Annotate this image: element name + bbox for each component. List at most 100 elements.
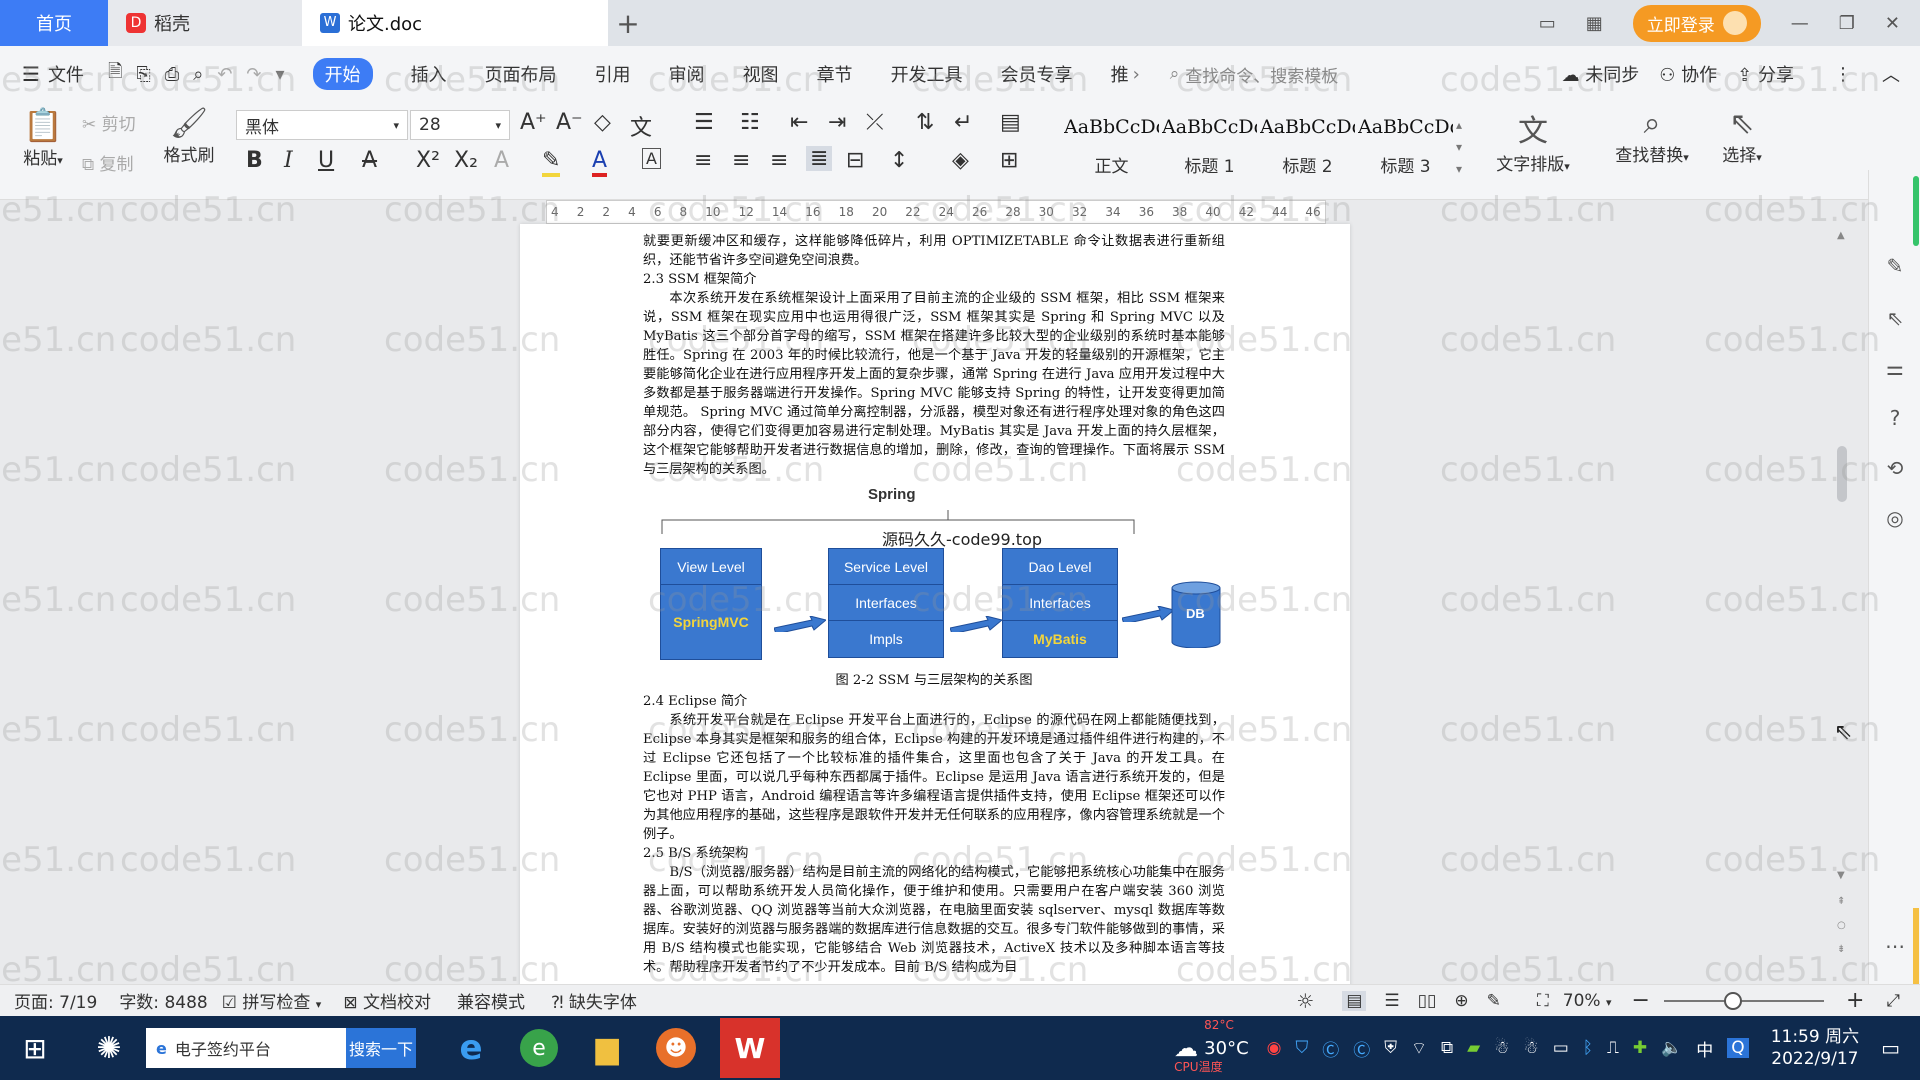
menu-member[interactable]: 会员专享 xyxy=(1001,61,1073,87)
input-method-icon[interactable]: Q xyxy=(1727,1038,1749,1058)
menu-home[interactable]: 开始 xyxy=(312,58,373,90)
tray-shield-icon[interactable]: ⛉ xyxy=(1296,1038,1309,1058)
underline-icon[interactable]: U xyxy=(318,148,334,173)
align-right-icon[interactable]: ≡ xyxy=(770,148,788,173)
cursor-icon[interactable]: ⇖ xyxy=(1883,306,1907,330)
font-color-icon[interactable]: A xyxy=(592,148,608,177)
tray-c2-icon[interactable]: Ⓒ xyxy=(1353,1036,1370,1061)
bold-icon[interactable]: B xyxy=(246,148,263,173)
tray-c-icon[interactable]: Ⓒ xyxy=(1322,1036,1339,1061)
numbered-list-icon[interactable]: ☷ xyxy=(740,110,760,135)
outline-view-icon[interactable]: ☰ xyxy=(1384,991,1399,1011)
wifi-icon[interactable]: ⌔ xyxy=(1411,1038,1427,1059)
tray-app-icon[interactable]: ◉ xyxy=(1267,1038,1282,1058)
strikethrough-icon[interactable]: A xyxy=(362,148,377,173)
compat-mode[interactable]: 兼容模式 xyxy=(457,988,525,1013)
document-body-continued[interactable]: 2.4 Eclipse 简介 系统开发平台就是在 Eclipse 开发平台上面进… xyxy=(643,692,1225,977)
style-heading-2[interactable]: AaBbCcDd 标题 2 xyxy=(1260,116,1355,192)
tab-home[interactable]: 首页 xyxy=(0,0,108,46)
paste-button[interactable]: 📋 粘贴▾ xyxy=(16,106,70,169)
green-browser-icon[interactable]: e xyxy=(520,1029,558,1067)
menu-recommend[interactable]: 推 xyxy=(1111,61,1129,87)
menu-references[interactable]: 引用 xyxy=(595,61,631,87)
share-button[interactable]: ⇪ 分享 xyxy=(1737,61,1794,87)
decrease-font-icon[interactable]: A⁻ xyxy=(556,110,583,135)
nvidia-icon[interactable]: ▰ xyxy=(1467,1038,1480,1058)
tray-security-icon[interactable]: ⛨ xyxy=(1384,1038,1397,1058)
tray-green-icon[interactable]: ✚ xyxy=(1633,1038,1647,1058)
horizontal-ruler[interactable]: 4 2 2 4 6 8 10 12 14 16 18 20 22 24 26 28 30 32 34 36 38 40 42… xyxy=(0,200,1880,224)
highlight-icon[interactable]: ✎ xyxy=(542,148,561,177)
more-options-icon[interactable]: ⋯ xyxy=(1883,934,1907,958)
copy-button[interactable]: ⧉ 复制 xyxy=(82,150,134,175)
clear-format-icon[interactable]: ◇ xyxy=(594,110,611,135)
show-marks-icon[interactable]: ↵ xyxy=(954,110,972,135)
text-effect-icon[interactable]: A xyxy=(494,148,509,173)
battery-icon[interactable]: ▭ xyxy=(1553,1038,1569,1058)
sync-status[interactable]: ☁ 未同步 xyxy=(1562,61,1640,87)
hamburger-icon[interactable]: ☰ xyxy=(22,62,40,86)
justify-icon[interactable]: ≣ xyxy=(806,146,833,171)
restore-icon[interactable]: ❐ xyxy=(1839,13,1855,34)
file-explorer-icon[interactable]: ▆ xyxy=(582,1023,632,1073)
tab-daoke[interactable]: D 稻壳 xyxy=(108,0,302,46)
zoom-level[interactable]: 70% ▾ xyxy=(1563,991,1612,1011)
increase-indent-icon[interactable]: ⇥ xyxy=(828,110,846,135)
redo-icon[interactable]: ↷ xyxy=(246,64,261,85)
tab-document[interactable]: W 论文.doc xyxy=(302,0,608,46)
page-indicator[interactable]: 页面: 7/19 xyxy=(14,988,97,1013)
bullet-list-icon[interactable]: ☰ xyxy=(694,110,714,135)
italic-icon[interactable]: I xyxy=(284,148,293,173)
select-browse-icon[interactable]: ○ xyxy=(1837,920,1846,931)
qq2-icon[interactable]: ☃ xyxy=(1523,1038,1538,1058)
pen-icon[interactable]: ✎ xyxy=(1883,254,1907,278)
notification-icon[interactable]: ▭ xyxy=(1881,1036,1900,1060)
menu-insert[interactable]: 插入 xyxy=(411,61,447,87)
line-spacing-icon[interactable]: ↕ xyxy=(890,148,908,173)
menu-file[interactable]: 文件 xyxy=(48,61,84,87)
superscript-icon[interactable]: X² xyxy=(416,148,440,173)
help-icon[interactable]: ? xyxy=(1883,406,1907,430)
zoom-slider-thumb[interactable] xyxy=(1723,991,1742,1010)
align-left-icon[interactable]: ≡ xyxy=(694,148,712,173)
tray-screen-icon[interactable]: ⧉ xyxy=(1441,1038,1453,1058)
style-gallery-scroll-icon[interactable]: ▴ ▾ ▾ xyxy=(1456,114,1462,180)
menu-developer[interactable]: 开发工具 xyxy=(891,61,963,87)
minimize-icon[interactable]: — xyxy=(1791,13,1809,34)
ssm-architecture-figure[interactable]: Spring 源码久久-code99.top View Level Spring… xyxy=(650,486,1230,666)
text-layout-button[interactable]: 文 文字排版▾ xyxy=(1488,106,1578,175)
missing-font-button[interactable]: ⁈ 缺失字体 xyxy=(551,988,637,1013)
increase-font-icon[interactable]: A⁺ xyxy=(520,110,547,135)
spell-check-button[interactable]: ☑ 拼写检查 ▾ xyxy=(222,988,322,1013)
clock[interactable]: 11:59 周六 2022/9/17 xyxy=(1771,1026,1859,1070)
find-replace-button[interactable]: ⌕ 查找替换▾ xyxy=(1604,106,1700,166)
reading-view-icon[interactable]: ▯▯ xyxy=(1418,991,1437,1011)
scroll-down-icon[interactable]: ▼ xyxy=(1837,870,1845,881)
layout-icon[interactable]: ▭ xyxy=(1539,13,1556,34)
volume-icon[interactable]: 🔈 xyxy=(1661,1038,1682,1058)
chinese-layout-icon[interactable]: ⤫ xyxy=(866,110,884,135)
write-mode-icon[interactable]: ✎ xyxy=(1487,991,1501,1011)
taskbar-search-input[interactable]: e 电子签约平台 xyxy=(146,1028,346,1068)
doc-check-button[interactable]: ⊠ 文档校对 xyxy=(343,988,431,1013)
fit-page-icon[interactable]: ⛶ xyxy=(1537,991,1549,1011)
document-body[interactable]: 就要更新缓冲区和缓存，这样能够降低碎片，利用 OPTIMIZETABLE 命令让… xyxy=(643,232,1225,479)
weather-widget[interactable]: ☁ 30°C 82°C CPU温度 xyxy=(1174,1018,1248,1074)
decrease-indent-icon[interactable]: ⇤ xyxy=(790,110,808,135)
border-icon[interactable]: ⊞ xyxy=(1000,148,1018,173)
quick-access-dropdown-icon[interactable]: ▾ xyxy=(276,64,285,85)
eye-protection-icon[interactable]: ☼ xyxy=(1296,989,1314,1013)
web-view-icon[interactable]: ⊕ xyxy=(1454,991,1468,1011)
print-icon[interactable]: ⎙ xyxy=(165,64,179,85)
zoom-in-icon[interactable]: + xyxy=(1846,988,1864,1013)
ime-indicator[interactable]: 中 xyxy=(1696,1036,1713,1061)
usb-icon[interactable]: ⎍ xyxy=(1607,1038,1619,1058)
backup-icon[interactable]: ⟲ xyxy=(1883,456,1907,480)
taskbar-search-button[interactable]: 搜索一下 xyxy=(346,1028,416,1068)
bluetooth-icon[interactable]: ᛒ xyxy=(1583,1038,1593,1058)
shading-icon[interactable]: ◈ xyxy=(952,148,969,173)
collab-button[interactable]: ⚇ 协作 xyxy=(1659,61,1717,87)
style-heading-3[interactable]: AaBbCcDd 标题 3 xyxy=(1358,116,1453,192)
sliders-icon[interactable]: ⚌ xyxy=(1883,356,1907,380)
undo-icon[interactable]: ↶ xyxy=(217,64,232,85)
